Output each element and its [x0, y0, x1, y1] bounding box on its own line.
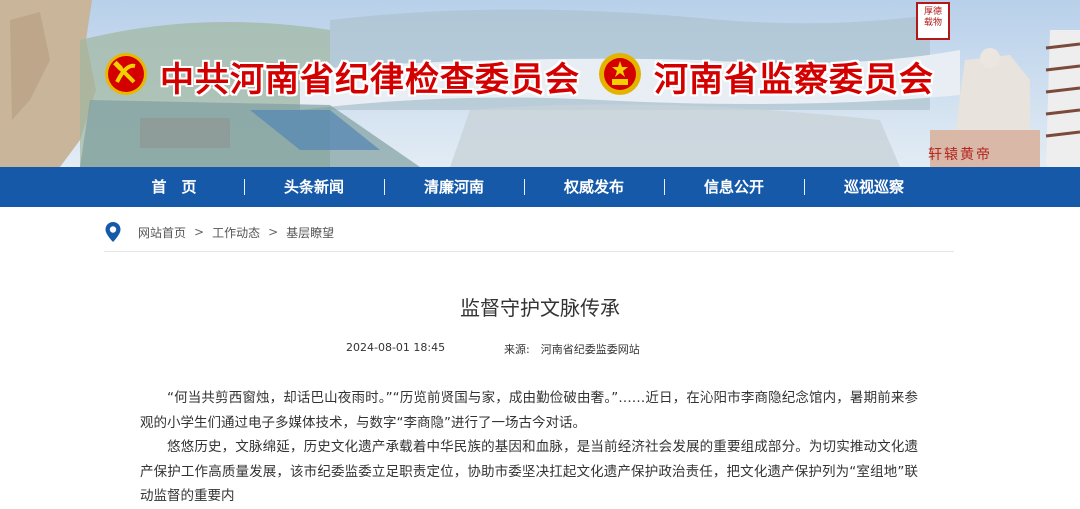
breadcrumb: 网站首页 > 工作动态 > 基层瞭望	[104, 221, 334, 243]
article-paragraph: “何当共剪西窗烛，却话巴山夜雨时。”“历览前贤国与家，成由勤俭破由奢。”……近日…	[140, 390, 918, 431]
article-paragraph: 悠悠历史，文脉绵延，历史文化遗产承载着中华民族的基因和血脉，是当前经济社会发展的…	[140, 439, 918, 504]
national-emblem-icon	[599, 53, 641, 95]
breadcrumb-grassroots-link[interactable]: 基层瞭望	[286, 224, 334, 241]
party-emblem-icon	[105, 53, 147, 95]
breadcrumb-separator: >	[268, 225, 279, 239]
statue-plaque: 轩辕黄帝	[928, 147, 992, 163]
seal-text: 厚德载物	[923, 7, 942, 28]
nav-item-headlines[interactable]: 头条新闻	[244, 167, 384, 207]
nav-item-disclosure[interactable]: 信息公开	[664, 167, 804, 207]
header-title-right: 河南省监察委员会	[654, 60, 934, 100]
main-nav: 首 页 头条新闻 清廉河南 权威发布 信息公开 巡视巡察	[0, 167, 1080, 207]
article-source: 来源: 河南省纪委监委网站	[504, 343, 640, 356]
nav-item-clean-henan[interactable]: 清廉河南	[384, 167, 524, 207]
divider	[104, 251, 954, 252]
location-pin-icon	[105, 222, 121, 242]
seal-stamp: 厚德载物	[916, 2, 950, 40]
nav-item-home[interactable]: 首 页	[104, 167, 244, 207]
header-title-left: 中共河南省纪律检查委员会	[160, 60, 580, 100]
article-title: 监督守护文脉传承	[460, 296, 620, 320]
article-body: “何当共剪西窗烛，却话巴山夜雨时。”“历览前贤国与家，成由勤俭破由奢。”……近日…	[140, 386, 918, 509]
article-meta: 2024-08-01 18:45 来源: 河南省纪委监委网站	[346, 341, 640, 356]
breadcrumb-separator: >	[194, 225, 205, 239]
breadcrumb-work-news-link[interactable]: 工作动态	[212, 224, 260, 241]
nav-item-inspection[interactable]: 巡视巡察	[804, 167, 944, 207]
header-banner: 中共河南省纪律检查委员会 河南省监察委员会 厚德载物 轩辕黄帝	[0, 0, 1080, 167]
nav-item-releases[interactable]: 权威发布	[524, 167, 664, 207]
article-date: 2024-08-01 18:45	[346, 341, 446, 354]
breadcrumb-home-link[interactable]: 网站首页	[138, 224, 186, 241]
